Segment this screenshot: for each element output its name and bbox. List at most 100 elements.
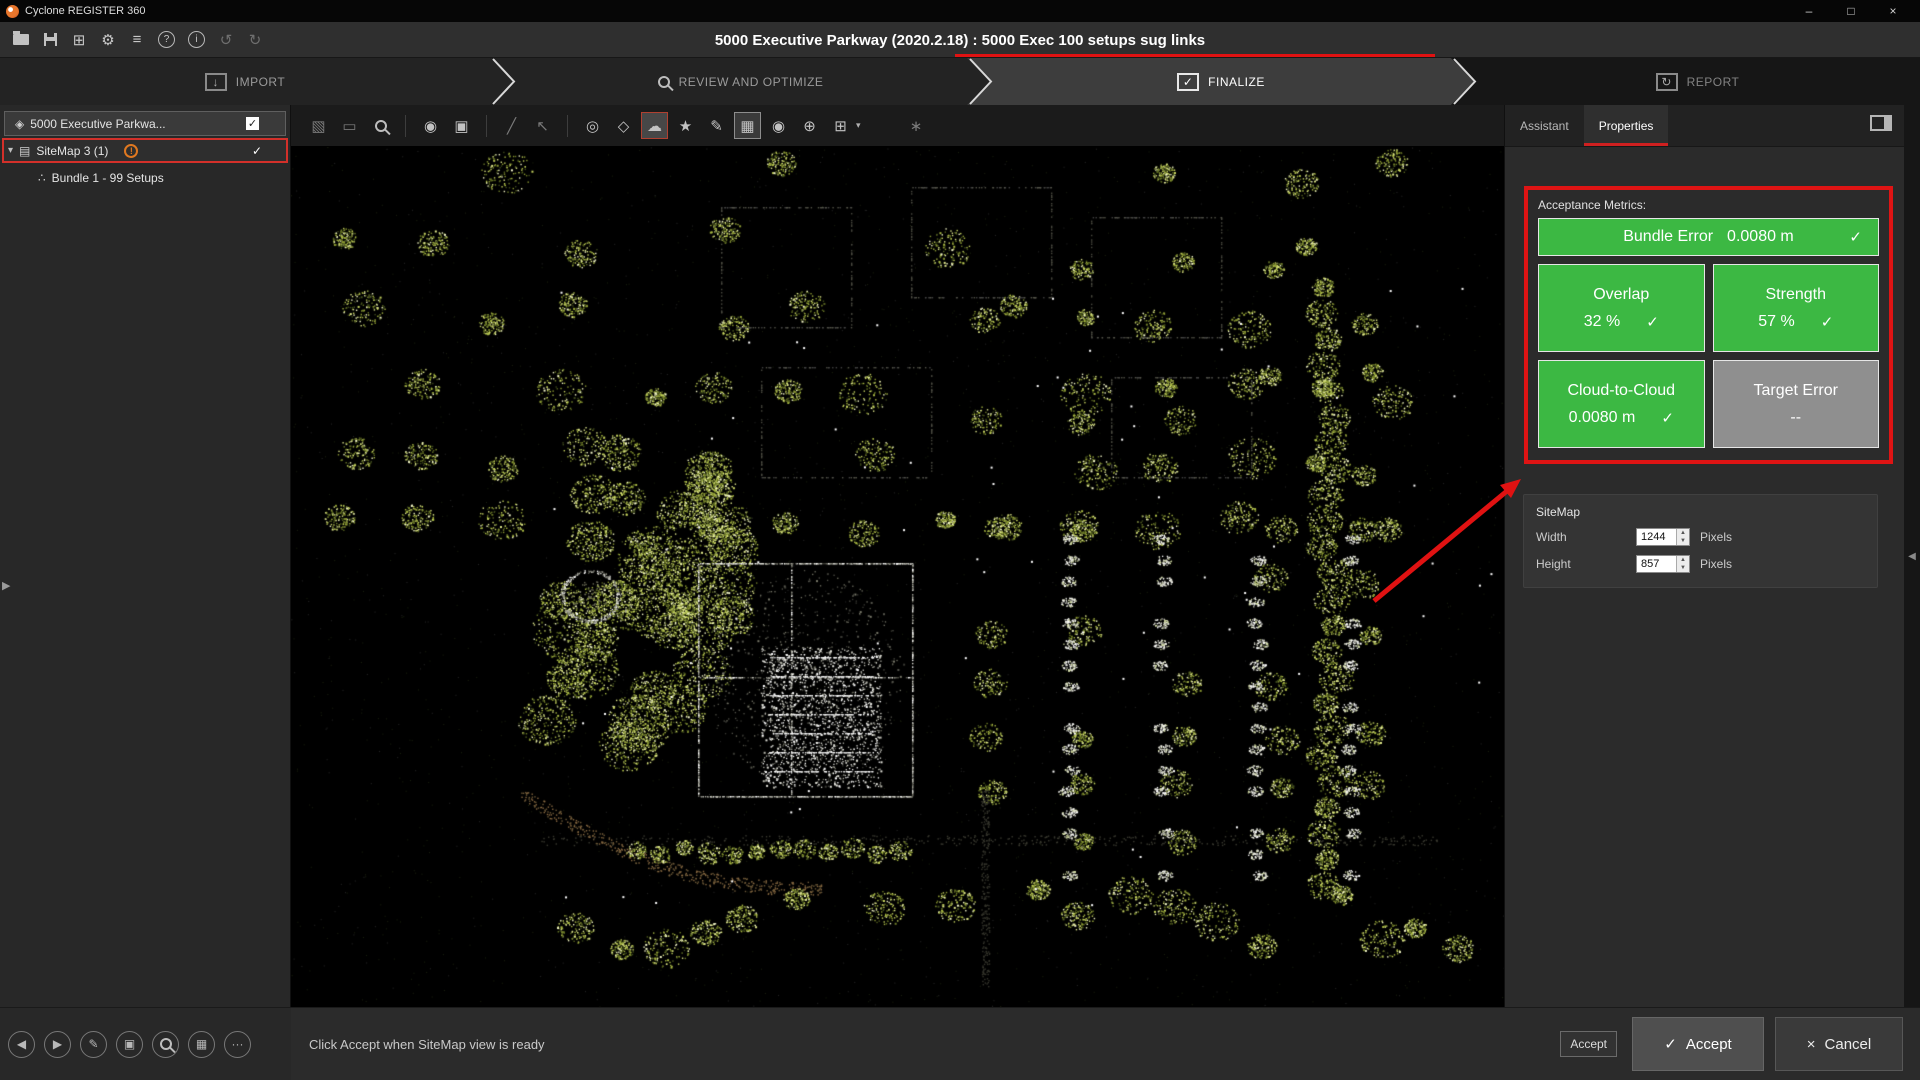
magnifier-icon: [160, 1038, 172, 1050]
image-view-icon[interactable]: ▦: [734, 112, 761, 139]
workflow-tab-review[interactable]: REVIEW AND OPTIMIZE: [514, 58, 967, 105]
report-icon: ↻: [1656, 73, 1678, 91]
toolbar-separator: [567, 115, 568, 137]
maximize-button[interactable]: □: [1830, 0, 1872, 22]
chevron-separator-icon: [1453, 58, 1477, 105]
nav-forward-button[interactable]: ▶: [44, 1031, 71, 1058]
zoom-window-icon[interactable]: [367, 112, 394, 139]
project-checkbox[interactable]: ✓: [246, 117, 259, 130]
fence-select-icon[interactable]: ▧: [305, 112, 332, 139]
redo-icon[interactable]: ↻: [242, 27, 268, 53]
draw-button[interactable]: ✎: [80, 1031, 107, 1058]
width-units: Pixels: [1700, 530, 1732, 544]
review-magnifier-icon: [658, 76, 670, 88]
settings-gear-icon[interactable]: ⚙: [95, 27, 121, 53]
navigation-tools: ◀ ▶ ✎ ▣ ▦ ···: [0, 1008, 291, 1080]
workflow-tab-import[interactable]: ↓ IMPORT: [0, 58, 490, 105]
open-project-icon[interactable]: [8, 27, 34, 53]
report-list-icon[interactable]: ≡: [124, 27, 150, 53]
undo-icon[interactable]: ↺: [213, 27, 239, 53]
close-button[interactable]: ×: [1872, 0, 1914, 22]
save-project-icon[interactable]: [37, 27, 63, 53]
tab-properties[interactable]: Properties: [1584, 105, 1669, 146]
report-label: REPORT: [1687, 75, 1740, 89]
cloud-to-cloud-tile: Cloud-to-Cloud 0.0080 m ✓: [1538, 360, 1705, 448]
star-quality-icon[interactable]: ★: [672, 112, 699, 139]
adjust-cloud-icon[interactable]: ∗: [903, 112, 930, 139]
workflow-tab-finalize[interactable]: ✓ FINALIZE: [991, 58, 1451, 105]
camera-tool-icon[interactable]: ◉: [765, 112, 792, 139]
height-label: Height: [1536, 557, 1636, 571]
width-label: Width: [1536, 530, 1636, 544]
nav-back-button[interactable]: ◀: [8, 1031, 35, 1058]
tab-assistant[interactable]: Assistant: [1505, 105, 1584, 146]
accept-button[interactable]: ✓ Accept: [1632, 1017, 1764, 1071]
tree-item-sitemap[interactable]: ▾ ▤ SiteMap 3 (1) ! ✓: [2, 138, 288, 163]
bundle-label: Bundle 1 - 99 Setups: [52, 171, 164, 185]
stepper-down-icon[interactable]: ▼: [1680, 538, 1686, 544]
tag-tool-icon[interactable]: ◇: [610, 112, 637, 139]
workflow-tab-report[interactable]: ↻ REPORT: [1475, 58, 1920, 105]
point-cloud-toggle-icon[interactable]: ☁: [641, 112, 668, 139]
cloud-to-cloud-label: Cloud-to-Cloud: [1567, 382, 1675, 400]
sketch-tool-icon[interactable]: ✎: [703, 112, 730, 139]
stepper-up-icon[interactable]: ▲: [1680, 557, 1686, 563]
import-data-icon[interactable]: ⊞: [66, 27, 92, 53]
x-icon: ×: [1807, 1036, 1816, 1053]
target-error-label: Target Error: [1754, 382, 1838, 400]
stepper-down-icon[interactable]: ▼: [1680, 565, 1686, 571]
height-row: Height ▲▼ Pixels: [1536, 555, 1865, 573]
sitemap-viewport[interactable]: [291, 147, 1504, 1007]
accept-small-button[interactable]: Accept: [1560, 1031, 1617, 1057]
sitemap-check-icon: ✓: [252, 144, 262, 158]
minimize-button[interactable]: –: [1788, 0, 1830, 22]
review-label: REVIEW AND OPTIMIZE: [679, 75, 824, 89]
pick-arrow-icon[interactable]: ↖: [529, 112, 556, 139]
tree-item-bundle[interactable]: ∴ Bundle 1 - 99 Setups: [0, 165, 290, 190]
height-units: Pixels: [1700, 557, 1732, 571]
geotag-tool-icon[interactable]: ⊕: [796, 112, 823, 139]
cancel-button[interactable]: × Cancel: [1775, 1017, 1903, 1071]
help-icon[interactable]: ?: [158, 31, 175, 48]
overlap-value: 32 %: [1584, 313, 1620, 331]
measure-icon[interactable]: ╱: [498, 112, 525, 139]
annotation-metrics-red-box: Acceptance Metrics: Bundle Error 0.0080 …: [1524, 186, 1893, 464]
main-region: ◈ 5000 Executive Parkwa... ✓ ▾ ▤ SiteMap…: [0, 105, 1920, 1007]
sitemap-canvas-area: ▧ ▭ ◉ ▣ ╱ ↖ ◎ ◇ ☁ ★ ✎ ▦ ◉ ⊕ ⊞ ▾: [291, 105, 1504, 1007]
folder-icon: [13, 34, 29, 45]
sitemap-settings-group: SiteMap Width ▲▼ Pixels Height ▲▼ Pixel: [1523, 494, 1878, 588]
height-stepper[interactable]: ▲▼: [1676, 556, 1689, 572]
project-icon: ◈: [15, 117, 24, 131]
stepper-up-icon[interactable]: ▲: [1680, 530, 1686, 536]
rect-select-icon[interactable]: ▭: [336, 112, 363, 139]
toolbar-separator: [486, 115, 487, 137]
setup-positions-icon[interactable]: ◎: [579, 112, 606, 139]
mask-region-icon[interactable]: ▣: [448, 112, 475, 139]
strength-label: Strength: [1766, 286, 1826, 304]
check-icon: ✓: [1661, 409, 1674, 427]
magnifier-icon: [375, 120, 387, 132]
panel-collapse-arrow-icon[interactable]: ◀: [1908, 551, 1916, 562]
status-message: Click Accept when SiteMap view is ready: [309, 1037, 545, 1052]
copy-view-button[interactable]: ▣: [116, 1031, 143, 1058]
grid-dropdown-caret-icon[interactable]: ▾: [856, 120, 861, 131]
cancel-button-label: Cancel: [1825, 1036, 1872, 1053]
more-options-button[interactable]: ···: [224, 1031, 251, 1058]
sitemap-group-title: SiteMap: [1536, 505, 1865, 519]
snapshot-button[interactable]: ▦: [188, 1031, 215, 1058]
bundle-error-label: Bundle Error: [1623, 228, 1713, 246]
info-icon[interactable]: i: [188, 31, 205, 48]
zoom-button[interactable]: [152, 1031, 179, 1058]
width-stepper[interactable]: ▲▼: [1676, 529, 1689, 545]
title-bar: Cyclone REGISTER 360 – □ ×: [0, 0, 1920, 22]
layout-toggle-button[interactable]: [1870, 115, 1892, 136]
grid-view-icon[interactable]: ⊞: [827, 112, 854, 139]
strength-tile: Strength 57 % ✓: [1713, 264, 1880, 352]
sitemap-icon: ▤: [19, 144, 30, 158]
chevron-separator-icon: [969, 58, 993, 105]
acceptance-metrics-title: Acceptance Metrics:: [1538, 198, 1879, 212]
tree-item-project[interactable]: ◈ 5000 Executive Parkwa... ✓: [4, 111, 286, 136]
link-visibility-icon[interactable]: ◉: [417, 112, 444, 139]
expander-caret-icon[interactable]: ▾: [8, 145, 13, 156]
sidebar-collapse-arrow-icon[interactable]: ▶: [2, 579, 10, 592]
